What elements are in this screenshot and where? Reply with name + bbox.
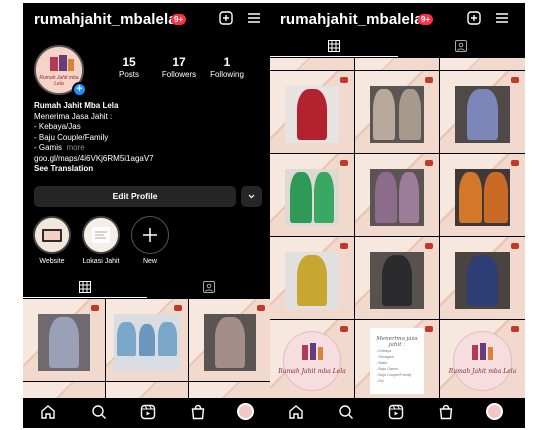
highlight-new[interactable]: New	[130, 216, 170, 265]
search-icon[interactable]	[338, 404, 354, 425]
stat-posts-count: 15	[122, 55, 136, 69]
grid-post[interactable]	[270, 58, 354, 70]
plus-icon	[143, 228, 157, 242]
grid-post[interactable]	[189, 299, 271, 381]
stat-followers-label: Followers	[161, 70, 197, 79]
home-icon[interactable]	[288, 404, 304, 425]
grid-post[interactable]	[355, 71, 439, 153]
bio-line: - Kebaya/Jas	[34, 122, 81, 131]
tab-posts-grid[interactable]	[270, 35, 398, 57]
tab-tagged[interactable]	[147, 276, 271, 298]
see-translation-link[interactable]: See Translation	[34, 164, 264, 175]
grid-post[interactable]	[440, 58, 525, 70]
bio-line: - Baju Couple/Family	[34, 132, 109, 142]
edit-profile-button[interactable]: Edit Profile	[34, 186, 236, 207]
more-link[interactable]: more	[66, 143, 84, 152]
bio-line: Menerima Jasa Jahit :	[34, 111, 113, 121]
grid-post-logo[interactable]: Rumah Jahit mba Lela	[270, 320, 354, 402]
highlight-label: Website	[39, 258, 65, 265]
grid-post[interactable]	[355, 154, 439, 236]
grid-icon	[79, 281, 91, 293]
reels-icon[interactable]	[140, 404, 156, 425]
chevron-down-icon	[248, 194, 255, 199]
profile-avatar-icon[interactable]	[486, 403, 503, 420]
bio-line-4: - Gamis more	[34, 143, 264, 154]
profile-avatar-icon[interactable]	[237, 403, 254, 420]
stat-followers-count: 17	[172, 55, 186, 69]
logo-text: Rumah Jahit mba Lela	[278, 367, 346, 375]
stat-following[interactable]: 1 Following	[208, 55, 246, 79]
grid-post[interactable]	[355, 58, 439, 70]
profile-name: Rumah Jahit Mba Lela	[34, 101, 119, 110]
right-profile-screen: rumahjahit_mbalela 9+ Rumah Jahit mba Le…	[270, 3, 525, 428]
map-link[interactable]: goo.gl/maps/4i6VKj6RM5i1agaV7	[34, 154, 264, 165]
highlight-cover	[33, 216, 71, 254]
grid-post-menu[interactable]: Menerima jasa jahit : - Kebaya - Seragam…	[355, 320, 439, 402]
service-list-card: Menerima jasa jahit : - Kebaya - Seragam…	[370, 328, 424, 394]
grid-post-logo[interactable]: Rumah Jahit mba Lela	[440, 320, 525, 402]
stat-followers[interactable]: 17 Followers	[159, 55, 199, 79]
profile-tabs	[270, 35, 525, 57]
notification-badge[interactable]: 9+	[171, 14, 187, 25]
add-story-button[interactable]: +	[72, 82, 87, 97]
service-list-title: Menerima jasa jahit :	[376, 336, 418, 349]
shop-icon[interactable]	[438, 404, 454, 425]
tagged-icon	[203, 281, 215, 293]
username[interactable]: rumahjahit_mbalela	[280, 11, 423, 28]
grid-post[interactable]	[23, 299, 105, 381]
stat-posts[interactable]: 15 Posts	[116, 55, 142, 79]
plus-square-icon[interactable]	[219, 11, 233, 30]
grid-post[interactable]	[270, 71, 354, 153]
suggestions-toggle-button[interactable]	[241, 186, 262, 207]
home-icon[interactable]	[40, 404, 56, 425]
username[interactable]: rumahjahit_mbalela	[34, 11, 177, 28]
grid-post[interactable]	[440, 71, 525, 153]
highlight-new-cover	[131, 216, 169, 254]
grid-post[interactable]	[270, 237, 354, 319]
bio-line: - Gamis	[34, 143, 62, 152]
grid-post[interactable]	[440, 154, 525, 236]
top-bar: rumahjahit_mbalela 9+	[23, 3, 271, 35]
bottom-nav	[23, 398, 271, 428]
stat-following-count: 1	[223, 55, 231, 69]
profile-tabs	[23, 276, 271, 298]
reels-icon[interactable]	[388, 404, 404, 425]
grid-icon	[327, 40, 340, 52]
menu-icon[interactable]	[495, 11, 509, 30]
top-bar: rumahjahit_mbalela 9+	[270, 3, 525, 35]
highlight-cover	[82, 216, 120, 254]
highlight-website[interactable]: Website	[32, 216, 72, 265]
shop-icon[interactable]	[190, 404, 206, 425]
stat-posts-label: Posts	[118, 70, 139, 79]
search-icon[interactable]	[91, 404, 107, 425]
logo-text: Rumah Jahit mba Lela	[448, 367, 517, 375]
tagged-icon	[455, 40, 468, 52]
bio: Rumah Jahit Mba Lela Menerima Jasa Jahit…	[34, 101, 264, 175]
notification-badge[interactable]: 9+	[418, 14, 434, 25]
post-grid	[23, 299, 271, 422]
grid-post[interactable]	[106, 299, 188, 381]
left-profile-screen: rumahjahit_mbalela 9+ Rumah Jahit mba Le…	[23, 3, 271, 428]
service-item: - Etc	[376, 379, 384, 384]
grid-post[interactable]	[270, 154, 354, 236]
highlight-lokasi-jahit[interactable]: Lokasi Jahit	[81, 216, 121, 265]
post-grid: Rumah Jahit mba Lela Menerima jasa jahit…	[270, 58, 525, 402]
stat-following-label: Following	[210, 70, 244, 79]
tab-posts-grid[interactable]	[23, 276, 147, 298]
highlight-label: Lokasi Jahit	[82, 258, 120, 265]
plus-square-icon[interactable]	[467, 11, 481, 30]
menu-icon[interactable]	[247, 11, 261, 30]
bottom-nav	[270, 398, 525, 428]
highlight-label: New	[142, 258, 157, 265]
grid-post[interactable]	[355, 237, 439, 319]
grid-post[interactable]	[440, 237, 525, 319]
tab-tagged[interactable]	[398, 35, 526, 57]
